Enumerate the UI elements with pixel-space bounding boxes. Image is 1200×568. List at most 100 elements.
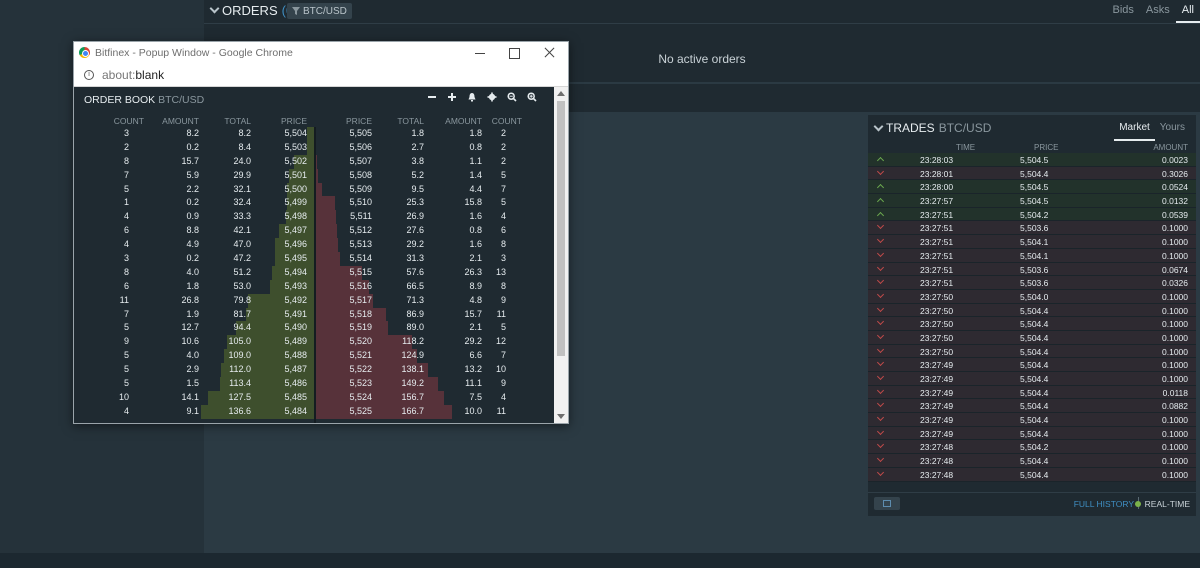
trade-time: 23:27:48: [920, 442, 954, 453]
bid-price[interactable]: 5,487: [284, 364, 307, 374]
ask-total: 2.7: [411, 141, 424, 152]
tab-all[interactable]: All: [1175, 4, 1200, 23]
tab-yours[interactable]: Yours: [1155, 122, 1190, 141]
bid-price[interactable]: 5,500: [284, 184, 307, 194]
ask-price[interactable]: 5,521: [349, 350, 372, 360]
tab-bids[interactable]: Bids: [1107, 4, 1140, 23]
window-titlebar[interactable]: Bitfinex - Popup Window - Google Chrome: [74, 42, 568, 64]
bid-total: 105.0: [228, 336, 251, 347]
bid-price[interactable]: 5,502: [284, 156, 307, 166]
zoom-out-icon[interactable]: [502, 92, 522, 106]
bid-price[interactable]: 5,501: [284, 170, 307, 180]
tab-market[interactable]: Market: [1114, 122, 1155, 141]
ask-price[interactable]: 5,511: [350, 211, 372, 221]
address-bar[interactable]: i about:blank: [74, 64, 568, 87]
arrow-down-icon: [878, 266, 884, 272]
maximize-button[interactable]: [498, 42, 530, 64]
ask-amount: 4.4: [469, 183, 482, 194]
ask-price[interactable]: 5,516: [349, 281, 372, 291]
ask-price[interactable]: 5,515: [349, 267, 372, 277]
chevron-down-icon[interactable]: [210, 6, 219, 15]
gear-icon[interactable]: [482, 92, 502, 106]
ask-price[interactable]: 5,506: [349, 142, 372, 152]
ask-amount: 7.5: [469, 391, 482, 402]
trade-price: 5,504.4: [1020, 168, 1049, 179]
trade-amount: 0.1000: [1162, 319, 1188, 330]
bid-price[interactable]: 5,485: [284, 392, 307, 402]
minimize-button[interactable]: [464, 42, 496, 64]
bid-amount: 2.2: [186, 183, 199, 194]
col-ask-amount: AMOUNT: [445, 116, 482, 126]
ask-price[interactable]: 5,513: [349, 239, 372, 249]
bid-total: 47.0: [233, 239, 251, 250]
ask-total: 166.7: [401, 405, 424, 416]
arrow-down-icon: [878, 238, 884, 244]
bell-icon[interactable]: [462, 92, 482, 106]
bid-count: 4: [123, 405, 129, 416]
bid-price[interactable]: 5,499: [284, 197, 307, 207]
pair-filter-chip[interactable]: BTC/USD: [287, 3, 352, 19]
bottom-bar: [0, 553, 1200, 568]
ask-amount: 13.2: [464, 364, 482, 375]
bid-price[interactable]: 5,486: [284, 378, 307, 388]
bid-price[interactable]: 5,491: [284, 309, 307, 319]
scrollbar[interactable]: [554, 87, 568, 423]
ask-price[interactable]: 5,507: [349, 156, 372, 166]
trade-price: 5,504.1: [1020, 250, 1049, 261]
ask-price[interactable]: 5,524: [349, 392, 372, 402]
ask-price[interactable]: 5,525: [349, 406, 372, 416]
scroll-down-icon[interactable]: [557, 414, 565, 419]
full-history-link[interactable]: FULL HISTORY: [1074, 499, 1134, 509]
order-book: ORDER BOOK BTC/USD COUNT AMOUNT TOTAL PR…: [74, 87, 554, 423]
popout-button[interactable]: [874, 497, 900, 510]
bid-price[interactable]: 5,503: [284, 142, 307, 152]
close-button[interactable]: [534, 42, 566, 64]
ask-price[interactable]: 5,517: [349, 295, 372, 305]
bid-price[interactable]: 5,489: [284, 336, 307, 346]
ask-price[interactable]: 5,522: [349, 364, 372, 374]
ask-amount: 0.8: [469, 141, 482, 152]
bid-count: 8: [123, 266, 129, 277]
ask-price[interactable]: 5,520: [349, 336, 372, 346]
info-icon[interactable]: i: [84, 70, 94, 80]
bid-price[interactable]: 5,484: [284, 406, 307, 416]
bid-price[interactable]: 5,504: [284, 128, 307, 138]
ask-price[interactable]: 5,512: [349, 225, 372, 235]
bid-price[interactable]: 5,490: [284, 322, 307, 332]
bid-amount: 8.2: [186, 128, 199, 138]
trade-price: 5,504.4: [1020, 332, 1049, 343]
address-prefix: about:: [102, 68, 136, 82]
bid-price[interactable]: 5,493: [284, 281, 307, 291]
address-text[interactable]: about:blank: [102, 68, 164, 82]
plus-icon[interactable]: [442, 92, 462, 106]
trades-title[interactable]: TRADES BTC/USD: [874, 121, 991, 135]
arrow-down-icon: [878, 457, 884, 463]
chevron-down-icon[interactable]: [874, 124, 883, 133]
zoom-in-icon[interactable]: [522, 92, 542, 106]
bid-price[interactable]: 5,496: [284, 239, 307, 249]
ask-price[interactable]: 5,508: [349, 170, 372, 180]
trade-row: 23:27:51 5,504.1 0.1000: [868, 248, 1196, 263]
scroll-thumb[interactable]: [557, 101, 565, 356]
bid-price[interactable]: 5,494: [284, 267, 307, 277]
bid-price[interactable]: 5,492: [284, 295, 307, 305]
ask-price[interactable]: 5,505: [349, 128, 372, 138]
ask-price[interactable]: 5,523: [349, 378, 372, 388]
bid-price[interactable]: 5,488: [284, 350, 307, 360]
tab-asks[interactable]: Asks: [1140, 4, 1176, 23]
ask-price[interactable]: 5,514: [349, 253, 372, 263]
ask-price[interactable]: 5,518: [349, 309, 372, 319]
ask-count: 11: [496, 308, 506, 319]
scroll-up-icon[interactable]: [557, 91, 565, 96]
ask-price[interactable]: 5,509: [349, 184, 372, 194]
minus-icon[interactable]: [422, 92, 442, 106]
ask-price[interactable]: 5,519: [349, 322, 372, 332]
bid-total: 81.7: [233, 308, 251, 319]
bid-amount: 2.9: [186, 364, 199, 375]
orders-title[interactable]: ORDERS (0): [210, 3, 298, 18]
bid-price[interactable]: 5,495: [284, 253, 307, 263]
bid-price[interactable]: 5,497: [284, 225, 307, 235]
trade-amount: 0.0132: [1162, 196, 1188, 207]
ask-price[interactable]: 5,510: [349, 197, 372, 207]
bid-price[interactable]: 5,498: [284, 211, 307, 221]
